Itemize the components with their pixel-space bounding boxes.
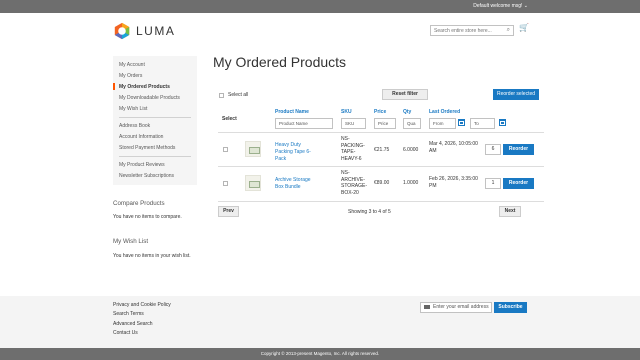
- newsletter-placeholder: Enter your email address: [433, 304, 489, 310]
- search-input[interactable]: [431, 26, 501, 35]
- column-qty[interactable]: Qty: [403, 109, 411, 115]
- column-sku[interactable]: SKU: [341, 109, 352, 115]
- sidebar-item-my-account[interactable]: My Account: [119, 62, 145, 68]
- page-title: My Ordered Products: [213, 54, 347, 70]
- footer-link-privacy[interactable]: Privacy and Cookie Policy: [113, 302, 171, 308]
- top-bar: Default welcome msg! ⌄: [0, 0, 640, 13]
- product-qty: 6.0000: [403, 147, 419, 153]
- footer-link-search-terms[interactable]: Search Terms: [113, 311, 144, 317]
- calendar-from-icon[interactable]: [458, 119, 465, 126]
- product-sku: NS-PACKING-TAPE-HEAVY-6: [341, 136, 365, 162]
- sidebar-item-newsletter-subscriptions[interactable]: Newsletter Subscriptions: [119, 173, 174, 179]
- filter-qty-input[interactable]: Qua: [403, 118, 421, 129]
- product-price: €21.75: [374, 147, 390, 153]
- sidebar-item-downloadable-products[interactable]: My Downloadable Products: [119, 95, 180, 101]
- filter-price-input[interactable]: Price: [374, 118, 396, 129]
- newsletter-email-input[interactable]: Enter your email address: [420, 302, 492, 313]
- header: LUMA ⌕ 🛒: [0, 13, 640, 49]
- prev-page-button[interactable]: Prev: [218, 206, 239, 217]
- last-ordered-date: Feb 26, 2026, 3:35:00 PM: [429, 176, 478, 189]
- select-all-checkbox[interactable]: [219, 93, 224, 98]
- cart-icon[interactable]: 🛒: [519, 23, 529, 32]
- column-product-name[interactable]: Product Name: [275, 109, 309, 115]
- sidebar-item-my-ordered-products[interactable]: My Ordered Products: [119, 84, 170, 90]
- search-box: ⌕: [430, 25, 514, 36]
- wishlist-title: My Wish List: [113, 238, 149, 245]
- active-marker: [113, 83, 115, 90]
- row-select-checkbox[interactable]: [223, 147, 228, 152]
- pager-status: Showing 3 to 4 of 5: [348, 209, 391, 215]
- sidebar-item-account-information[interactable]: Account Information: [119, 134, 163, 140]
- wishlist-empty-text: You have no items in your wish list.: [113, 253, 191, 259]
- product-sku: NS-ARCHIVE-STORAGE-BOX-20: [341, 170, 368, 196]
- luma-logo-icon[interactable]: [113, 22, 131, 40]
- welcome-message[interactable]: Default welcome msg! ⌄: [473, 3, 528, 9]
- product-name-link[interactable]: Archive Storage Box Bundle: [275, 177, 319, 191]
- reorder-qty-input[interactable]: 1: [485, 178, 501, 189]
- compare-empty-text: You have no items to compare.: [113, 214, 182, 220]
- reset-filter-button[interactable]: Reset filter: [382, 89, 428, 100]
- footer-link-advanced-search[interactable]: Advanced Search: [113, 321, 152, 327]
- sidebar-divider: [119, 156, 191, 157]
- search-icon[interactable]: ⌕: [507, 27, 510, 34]
- table-divider: [218, 132, 544, 133]
- footer: Privacy and Cookie Policy Search Terms A…: [0, 296, 640, 348]
- product-thumbnail[interactable]: [245, 141, 261, 157]
- column-last-ordered[interactable]: Last Ordered: [429, 109, 460, 115]
- account-sidebar: My Account My Orders My Ordered Products…: [113, 56, 197, 185]
- select-all-label[interactable]: Select all: [228, 92, 248, 98]
- copyright: Copyright © 2013-present Magento, Inc. A…: [0, 348, 640, 360]
- reorder-selected-button[interactable]: Reorder selected: [493, 89, 539, 100]
- product-thumbnail[interactable]: [245, 175, 261, 191]
- last-ordered-date: Mar 4, 2026, 10:05:00 AM: [429, 141, 478, 154]
- reorder-qty-input[interactable]: 6: [485, 144, 501, 155]
- reorder-button[interactable]: Reorder: [503, 178, 534, 189]
- sidebar-divider: [119, 117, 191, 118]
- sidebar-item-product-reviews[interactable]: My Product Reviews: [119, 162, 165, 168]
- sidebar-item-my-orders[interactable]: My Orders: [119, 73, 142, 79]
- sidebar-item-wish-list[interactable]: My Wish List: [119, 106, 147, 112]
- column-price[interactable]: Price: [374, 109, 386, 115]
- filter-from-date-input[interactable]: From: [429, 118, 456, 129]
- sidebar-item-stored-payment-methods[interactable]: Stored Payment Methods: [119, 145, 175, 151]
- next-page-button[interactable]: Next: [499, 206, 521, 217]
- filter-to-date-input[interactable]: To: [470, 118, 495, 129]
- envelope-icon: [424, 305, 430, 309]
- table-divider: [218, 166, 544, 167]
- filter-sku-input[interactable]: SKU: [341, 118, 366, 129]
- footer-link-contact-us[interactable]: Contact Us: [113, 330, 138, 336]
- product-qty: 1.0000: [403, 180, 419, 186]
- sidebar-item-address-book[interactable]: Address Book: [119, 123, 150, 129]
- column-select: Select: [222, 116, 237, 122]
- calendar-to-icon[interactable]: [499, 119, 506, 126]
- compare-title: Compare Products: [113, 200, 165, 207]
- table-divider: [218, 201, 544, 202]
- subscribe-button[interactable]: Subscribe: [494, 302, 527, 313]
- product-name-link[interactable]: Heavy Duty Packing Tape 6-Pack: [275, 142, 319, 163]
- row-select-checkbox[interactable]: [223, 181, 228, 186]
- reorder-button[interactable]: Reorder: [503, 144, 534, 155]
- logo-text[interactable]: LUMA: [136, 24, 175, 38]
- product-price: €89.00: [374, 180, 390, 186]
- filter-product-name-input[interactable]: Product Name: [275, 118, 333, 129]
